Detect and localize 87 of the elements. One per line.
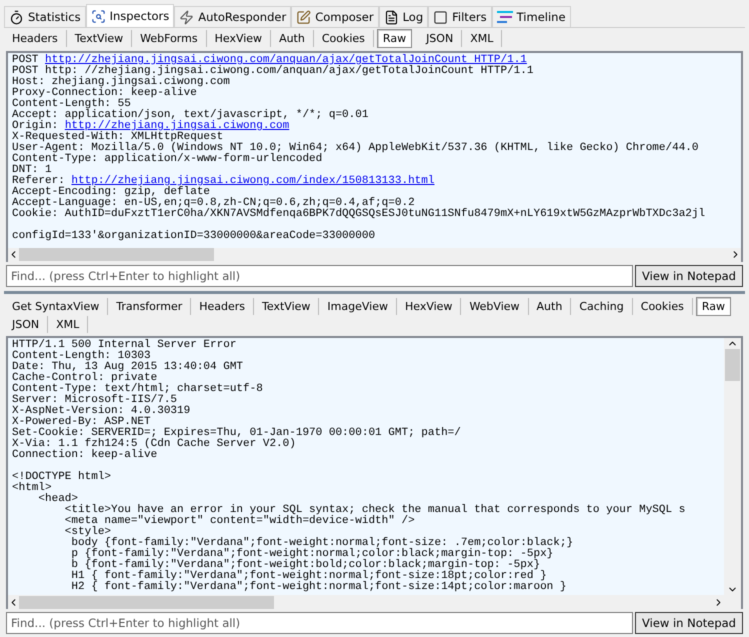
code-line: POST http: //zhejiang.jingsai.ciwong.com/anquan/ajax/getTotalJoinCount HTTP/1.1 (12, 66, 534, 77)
code-line: Origin: http://zhejiang.jingsai.ciwong.com (12, 121, 290, 132)
code-line: <meta name="viewport" content="width=device-width" /> (64, 516, 416, 527)
view-tab[interactable]: WebView (461, 298, 529, 315)
code-line: Content-Type: application/x-www-form-urlencoded (12, 154, 324, 165)
view-tab[interactable]: XML (48, 316, 88, 333)
timeline-icon (496, 11, 513, 23)
main-tab[interactable]: AutoResponder (174, 6, 292, 27)
code-line: <head> (37, 494, 78, 505)
checkbox-icon (433, 10, 448, 24)
code-line: Set-Cookie: SERVERID=; Expires=Thu, 01-Jan-1970 00:00:01 GMT; path=/ (12, 428, 462, 439)
code-line: <html> (12, 482, 52, 494)
view-tab[interactable]: TextView (66, 30, 132, 47)
code-line: <style> (64, 526, 112, 538)
code-line: X-Via: 1.1 fzh124:5 (Cdn Cache Server V2.0) (12, 438, 297, 450)
view-tab[interactable]: Caching (571, 298, 633, 315)
url-link[interactable]: http://zhejiang.jingsai.ciwong.com/anquan/ajax/getTotalJoinCount HTTP/1.1 (45, 54, 527, 66)
code-line: Cookie: AuthID=duFxztT1erC0ha/XKN7AVSMdfenqa6BPK7dQQGSQsESJ0tuNG11SNfu8479mX+nLY619xtW5GzMAzprWbTXDc3a2jl (12, 209, 706, 220)
code-line: Proxy-Connection: keep-alive (12, 88, 198, 99)
main-tab[interactable]: Statistics (4, 6, 86, 27)
code-line: X-Requested-With: XMLHttpRequest (12, 132, 224, 143)
code-line: Cache-Control: private (12, 372, 158, 384)
code-line: <title>You have an error in your SQL syntax; check the manual that corresponds to your MySQL s (64, 504, 686, 516)
horizontal-scrollbar[interactable] (8, 248, 741, 262)
view-tab[interactable]: Headers (191, 298, 254, 315)
view-tab[interactable]: WebForms (132, 30, 207, 47)
code-line: Connection: keep-alive (12, 450, 158, 461)
lightning-icon (179, 10, 194, 24)
code-line: Accept-Language: en-US,en;q=0.8,zh-CN;q=0.6,zh;q=0.4,af;q=0.2 (12, 198, 415, 209)
document-icon (384, 10, 399, 24)
url-link[interactable]: http://zhejiang.jingsai.ciwong.com (64, 120, 290, 132)
view-tab[interactable]: Cookies (632, 298, 693, 315)
scroll-thumb[interactable] (725, 348, 740, 381)
code-line: p {font-family:"Verdana";font-weight:normal;color:black;margin-top: -5px} (70, 548, 554, 560)
code-line: body {font-family:"Verdana";font-weight:normal;font-size: .7em;color:black;} (70, 538, 574, 549)
main-tab[interactable]: Timeline (492, 6, 571, 27)
code-line: X-AspNet-Version: 4.0.30319 (12, 406, 192, 417)
code-line: POST http://zhejiang.jingsai.ciwong.com/anquan/ajax/getTotalJoinCount HTTP/1.1 (12, 55, 527, 66)
view-tab[interactable]: HexView (206, 30, 272, 47)
code-line: b {font-family:"Verdana";font-weight:bold;color:black;margin-top: -5px} (70, 560, 541, 571)
code-line: Referer: http://zhejiang.jingsai.ciwong.com/index/150813133.html (12, 176, 436, 187)
code-line: <!DOCTYPE html> (12, 470, 112, 483)
code-line: Server: Microsoft-IIS/7.5 (12, 394, 178, 406)
view-tab[interactable]: JSON (418, 30, 462, 47)
main-tab[interactable]: Filters (428, 6, 492, 27)
view-tab[interactable]: Transformer (108, 298, 192, 315)
code-line: User-Agent: Mozilla/5.0 (Windows NT 10.0; Win64; x64) AppleWebKit/537.36 (KHTML, like Gecko) Chrome/44.0 (12, 143, 700, 154)
code-line: Accept: application/json, text/javascript, */*; q=0.01 (12, 110, 370, 121)
main-tab[interactable]: Composer (291, 6, 379, 27)
scroll-thumb[interactable] (19, 596, 274, 608)
view-tab[interactable]: TextView (254, 298, 320, 315)
code-line: H2 { font-family:"Verdana";font-weight:normal;font-size:14pt;color:maroon } (70, 582, 568, 593)
find-field[interactable]: Find... (press Ctrl+Enter to highlight all) (6, 264, 634, 287)
code-line: H1 { font-family:"Verdana";font-weight:normal;font-size:18pt;color:red } (70, 570, 547, 582)
view-tab[interactable]: Get SyntaxView (4, 298, 108, 315)
code-line: configId=133'&organizationID=33000000&areaCode=33000000 (12, 229, 376, 242)
inspect-icon (90, 8, 106, 24)
view-tab[interactable]: XML (462, 30, 502, 47)
code-line: DNT: 1 (12, 165, 52, 176)
code-line: Content-Type: text/html; charset=utf-8 (12, 384, 264, 395)
code-line: Content-Length: 10303 (12, 350, 151, 362)
scroll-thumb[interactable] (19, 248, 214, 262)
view-tab[interactable]: Headers (4, 30, 67, 47)
view-tab[interactable]: Raw (696, 296, 731, 316)
horizontal-scrollbar[interactable] (8, 595, 741, 609)
code-line: Accept-Encoding: gzip, deflate (12, 187, 210, 198)
find-field[interactable]: Find... (press Ctrl+Enter to highlight all) (6, 612, 634, 634)
main-tab[interactable]: Inspectors (86, 4, 174, 27)
code-line: Content-Length: 55 (12, 99, 131, 110)
view-in-notepad-button[interactable]: View in Notepad (635, 264, 743, 287)
view-tab[interactable]: Raw (376, 29, 412, 48)
main-tab[interactable]: Log (378, 6, 428, 27)
view-tab[interactable]: ImageView (319, 298, 397, 315)
view-tab[interactable]: Auth (528, 298, 572, 315)
view-tab[interactable]: Cookies (314, 30, 374, 47)
view-tab[interactable]: JSON (4, 316, 48, 333)
code-line: HTTP/1.1 500 Internal Server Error (12, 340, 238, 351)
view-in-notepad-button[interactable]: View in Notepad (635, 612, 743, 634)
url-link[interactable]: http://zhejiang.jingsai.ciwong.com/index/150813133.html (71, 175, 434, 187)
code-line: Date: Thu, 13 Aug 2015 13:40:04 GMT (12, 362, 244, 373)
pencil-icon (296, 10, 312, 24)
vertical-scrollbar[interactable] (724, 338, 741, 595)
stopwatch-icon (9, 10, 24, 24)
code-line: X-Powered-By: ASP.NET (12, 416, 151, 428)
view-tab[interactable]: Auth (271, 30, 314, 47)
code-line: Host: zhejiang.jingsai.ciwong.com (12, 77, 231, 88)
view-tab[interactable]: HexView (396, 298, 462, 315)
